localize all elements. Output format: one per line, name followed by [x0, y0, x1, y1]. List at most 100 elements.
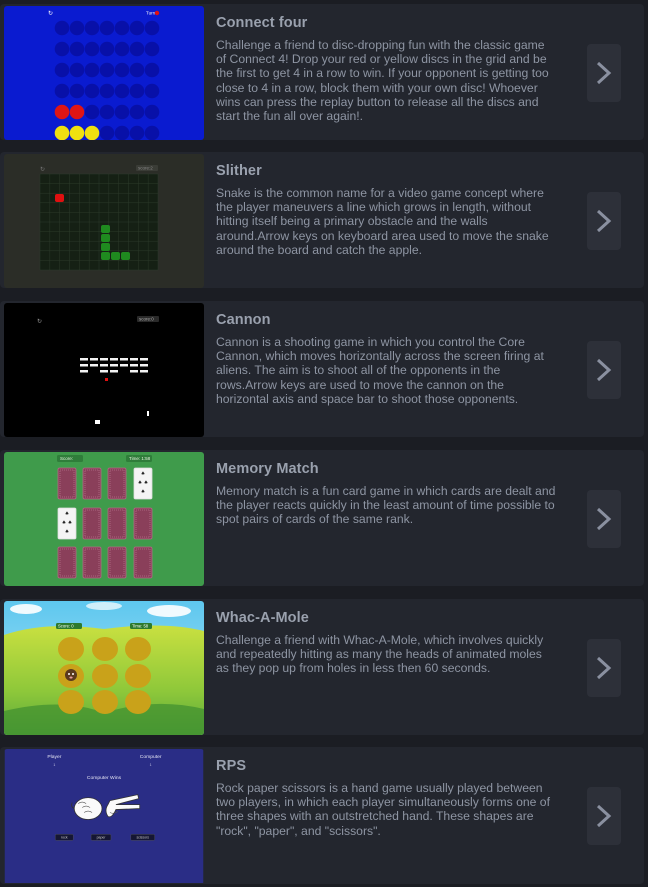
- memory-match-board: Score: Time: 1:58 ♠♠ ♠♠♠♠ ♠♠: [4, 452, 204, 586]
- board-slot[interactable]: [144, 83, 160, 99]
- game-card-connect-four[interactable]: ↻ Turn Connect four Challenge a friend t…: [0, 4, 644, 140]
- replay-icon[interactable]: ↻: [48, 10, 53, 17]
- mole-hole[interactable]: [92, 690, 118, 714]
- mole-hole[interactable]: [92, 664, 118, 688]
- card-face-down[interactable]: [82, 467, 102, 500]
- connect-four-thumbnail[interactable]: ↻ Turn: [4, 6, 204, 140]
- open-game-button[interactable]: [587, 490, 621, 548]
- score-label: score:2: [138, 166, 153, 171]
- card-face-down[interactable]: [107, 546, 127, 579]
- card-face-down[interactable]: [57, 467, 77, 500]
- mole[interactable]: [65, 669, 77, 681]
- card-face-down[interactable]: [57, 546, 77, 579]
- card-face-down[interactable]: [82, 507, 102, 540]
- board-slot[interactable]: [144, 62, 160, 78]
- board-slot[interactable]: [54, 125, 70, 140]
- board-slot[interactable]: [114, 20, 130, 36]
- board-slot[interactable]: [84, 83, 100, 99]
- game-title: RPS: [216, 758, 247, 774]
- board-slot[interactable]: [54, 20, 70, 36]
- connect-four-board: ↻ Turn: [4, 6, 204, 140]
- rps-board: Player Computer 1 1 Computer Wins rock p…: [4, 749, 204, 883]
- board-slot[interactable]: [129, 41, 145, 57]
- board-slot[interactable]: [69, 20, 85, 36]
- slither-thumbnail[interactable]: ↻ score:2: [4, 154, 204, 288]
- open-game-button[interactable]: [587, 787, 621, 845]
- game-card-slither[interactable]: ↻ score:2 Slither Snake is the common na…: [0, 152, 644, 288]
- alien: [80, 358, 88, 361]
- board-slot[interactable]: [54, 41, 70, 57]
- open-game-button[interactable]: [587, 639, 621, 697]
- whac-a-mole-thumbnail[interactable]: Score: 0 Time: 58: [4, 601, 204, 735]
- board-slot[interactable]: [84, 41, 100, 57]
- board-slot[interactable]: [84, 104, 100, 120]
- chevron-right-icon: [596, 358, 612, 382]
- board-slot[interactable]: [114, 62, 130, 78]
- board-slot[interactable]: [144, 41, 160, 57]
- alien: [130, 358, 138, 361]
- board-slot[interactable]: [114, 41, 130, 57]
- board-slot[interactable]: [144, 125, 160, 140]
- board-slot[interactable]: [114, 83, 130, 99]
- replay-icon[interactable]: ↻: [40, 166, 45, 173]
- cannon-thumbnail[interactable]: ↻ score:0: [4, 303, 204, 437]
- score-label: score:0: [139, 317, 154, 322]
- board-slot[interactable]: [54, 83, 70, 99]
- rps-thumbnail[interactable]: Player Computer 1 1 Computer Wins rock p…: [4, 749, 204, 884]
- replay-icon[interactable]: ↻: [37, 318, 42, 325]
- game-card-memory-match[interactable]: Score: Time: 1:58 ♠ ♠ ♠ ♠ ♠ ♠ ♠ ♠ Memory Match …: [0, 450, 644, 586]
- board-slot[interactable]: [54, 104, 70, 120]
- game-title: Whac-A-Mole: [216, 610, 309, 626]
- mole-hole[interactable]: [125, 690, 151, 714]
- board-slot[interactable]: [99, 125, 115, 140]
- board-slot[interactable]: [144, 104, 160, 120]
- board-slot[interactable]: [84, 62, 100, 78]
- game-card-rps[interactable]: Player Computer 1 1 Computer Wins rock p…: [0, 747, 644, 884]
- alien: [90, 364, 98, 367]
- games-list: ↻ Turn Connect four Challenge a friend t…: [0, 0, 648, 887]
- board-slot[interactable]: [84, 125, 100, 140]
- card-face-down[interactable]: [133, 507, 153, 540]
- mole-hole[interactable]: [125, 664, 151, 688]
- board-slot[interactable]: [129, 20, 145, 36]
- game-card-whac-a-mole[interactable]: Score: 0 Time: 58 Whac-A-Mole Challenge …: [0, 599, 644, 735]
- snake-segment: [101, 225, 110, 233]
- card-face-down[interactable]: [133, 546, 153, 579]
- card-face-down[interactable]: [82, 546, 102, 579]
- open-game-button[interactable]: [587, 44, 621, 102]
- board-slot[interactable]: [99, 62, 115, 78]
- card-face-down[interactable]: [107, 467, 127, 500]
- game-card-cannon[interactable]: ↻ score:0 Cannon Cannon is a shooting ga…: [0, 301, 644, 437]
- open-game-button[interactable]: [587, 341, 621, 399]
- board-slot[interactable]: [69, 41, 85, 57]
- mole-hole[interactable]: [125, 637, 151, 661]
- alien: [140, 370, 148, 373]
- timer-label: Time: 1:58: [129, 456, 151, 461]
- board-slot[interactable]: [99, 20, 115, 36]
- board-slot[interactable]: [99, 104, 115, 120]
- board-slot[interactable]: [114, 104, 130, 120]
- alien: [110, 370, 118, 373]
- board-slot[interactable]: [129, 83, 145, 99]
- mole-hole[interactable]: [92, 637, 118, 661]
- board-slot[interactable]: [69, 83, 85, 99]
- memory-match-thumbnail[interactable]: Score: Time: 1:58 ♠ ♠ ♠ ♠ ♠ ♠ ♠ ♠: [4, 452, 204, 586]
- board-slot[interactable]: [69, 125, 85, 140]
- board-slot[interactable]: [144, 20, 160, 36]
- result-text: Computer Wins: [87, 775, 122, 781]
- board-slot[interactable]: [129, 62, 145, 78]
- board-slot[interactable]: [69, 62, 85, 78]
- board-slot[interactable]: [114, 125, 130, 140]
- board-slot[interactable]: [99, 83, 115, 99]
- board-slot[interactable]: [54, 62, 70, 78]
- mole-hole[interactable]: [58, 690, 84, 714]
- mole-hole[interactable]: [58, 637, 84, 661]
- board-slot[interactable]: [129, 104, 145, 120]
- board-slot[interactable]: [84, 20, 100, 36]
- card-face-down[interactable]: [107, 507, 127, 540]
- chevron-right-icon: [596, 209, 612, 233]
- board-slot[interactable]: [69, 104, 85, 120]
- board-slot[interactable]: [129, 125, 145, 140]
- board-slot[interactable]: [99, 41, 115, 57]
- open-game-button[interactable]: [587, 192, 621, 250]
